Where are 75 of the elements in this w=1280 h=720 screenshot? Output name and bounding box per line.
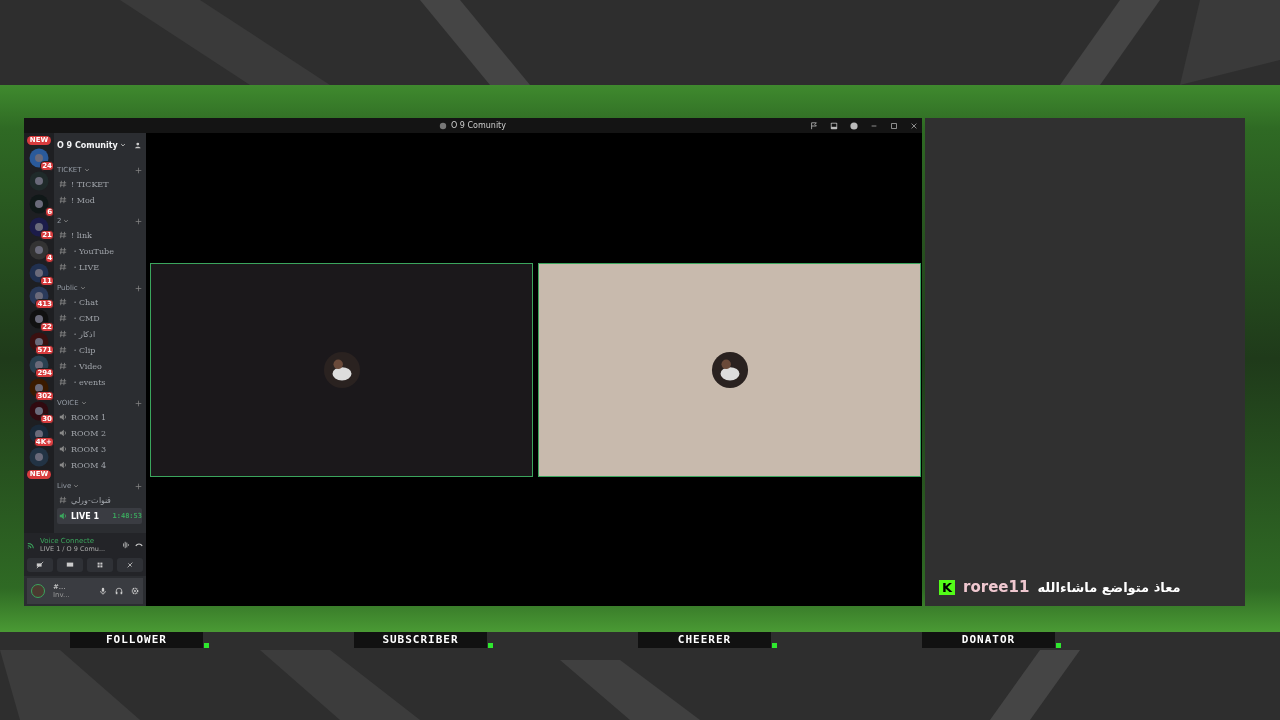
hash-icon (59, 346, 67, 354)
hash-icon (59, 247, 67, 255)
headphones-icon[interactable] (115, 587, 123, 595)
channel-item[interactable]: ・YouTube (57, 243, 142, 259)
alert-label: SUBSCRIBER (354, 632, 487, 648)
channel-item[interactable]: ROOM 3 (57, 441, 142, 457)
speaker-icon (59, 512, 67, 520)
grid-icon (96, 561, 104, 569)
speaker-icon (59, 413, 67, 421)
channel-item[interactable]: ・Clip (57, 342, 142, 358)
maximize-icon[interactable] (890, 121, 898, 130)
plus-icon[interactable] (135, 399, 142, 407)
hash-icon (59, 196, 67, 204)
hash-icon (59, 298, 67, 306)
hash-icon (59, 231, 67, 239)
channel-item[interactable]: ! link (57, 227, 142, 243)
settings-icon[interactable] (131, 587, 139, 595)
hash-icon (59, 263, 67, 271)
activities-button[interactable] (87, 558, 113, 572)
chevron-icon[interactable] (63, 218, 70, 224)
video-tile[interactable] (150, 262, 533, 477)
user-avatar-icon[interactable] (31, 584, 45, 598)
screen-icon (66, 561, 74, 569)
signal-icon (27, 541, 35, 549)
soundboard-button[interactable] (117, 558, 143, 572)
camera-off-icon (36, 561, 44, 569)
alert-label: CHEERER (638, 632, 771, 648)
chevron-icon[interactable] (119, 142, 126, 148)
plus-icon[interactable] (135, 166, 142, 174)
screen-share-button[interactable] (57, 558, 83, 572)
chat-message: معاذ متواضع ماشاءالله (1037, 579, 1181, 595)
platform-badge: K (939, 579, 956, 595)
hash-icon (59, 496, 67, 504)
disconnect-icon[interactable] (135, 541, 143, 549)
window-title: O 9 Comunity (451, 121, 506, 130)
hash-icon (59, 180, 67, 188)
speaker-icon (59, 445, 67, 453)
channel-item[interactable]: ROOM 4 (57, 457, 142, 473)
channel-item[interactable]: ・CMD (57, 310, 142, 326)
channel-item[interactable]: ・Chat (57, 294, 142, 310)
hash-icon (59, 314, 67, 322)
video-tile[interactable] (538, 262, 921, 477)
close-icon[interactable] (910, 121, 918, 130)
chat-username: roree11 (963, 578, 1030, 596)
chevron-icon[interactable] (73, 483, 80, 489)
soundwave-icon[interactable] (122, 541, 130, 549)
plus-icon[interactable] (135, 217, 142, 225)
alert-label: DONATOR (922, 632, 1055, 648)
channel-item[interactable]: قنوات-ورلي (57, 492, 142, 508)
hash-icon (59, 330, 67, 338)
alert-label: FOLLOWER (70, 632, 203, 648)
microphone-icon[interactable] (99, 587, 107, 595)
chevron-icon[interactable] (79, 285, 86, 291)
server-icon (439, 121, 447, 130)
server-name[interactable]: O 9 Comunity (57, 140, 118, 150)
channel-item[interactable]: ・Video (57, 358, 142, 374)
chevron-icon[interactable] (83, 167, 90, 173)
channel-item[interactable]: ROOM 1 (57, 409, 142, 425)
channel-item[interactable]: ! Mod (57, 192, 142, 208)
channel-item[interactable]: ・events (57, 374, 142, 390)
speaker-icon (59, 429, 67, 437)
camera-off-button[interactable] (27, 558, 53, 572)
plus-icon[interactable] (135, 284, 142, 292)
channel-item[interactable]: ・LIVE (57, 259, 142, 275)
hash-icon (59, 362, 67, 370)
add-member-icon[interactable] (135, 141, 142, 149)
channel-item[interactable]: ! TICKET (57, 176, 142, 192)
speaker-icon (59, 461, 67, 469)
chevron-icon[interactable] (80, 400, 87, 406)
channel-item[interactable]: ・اذكار (57, 326, 142, 342)
inbox-icon[interactable] (830, 121, 838, 130)
channel-item[interactable]: ROOM 2 (57, 425, 142, 441)
hash-icon (59, 378, 67, 386)
flag-icon[interactable] (810, 121, 818, 130)
plus-icon[interactable] (135, 482, 142, 490)
